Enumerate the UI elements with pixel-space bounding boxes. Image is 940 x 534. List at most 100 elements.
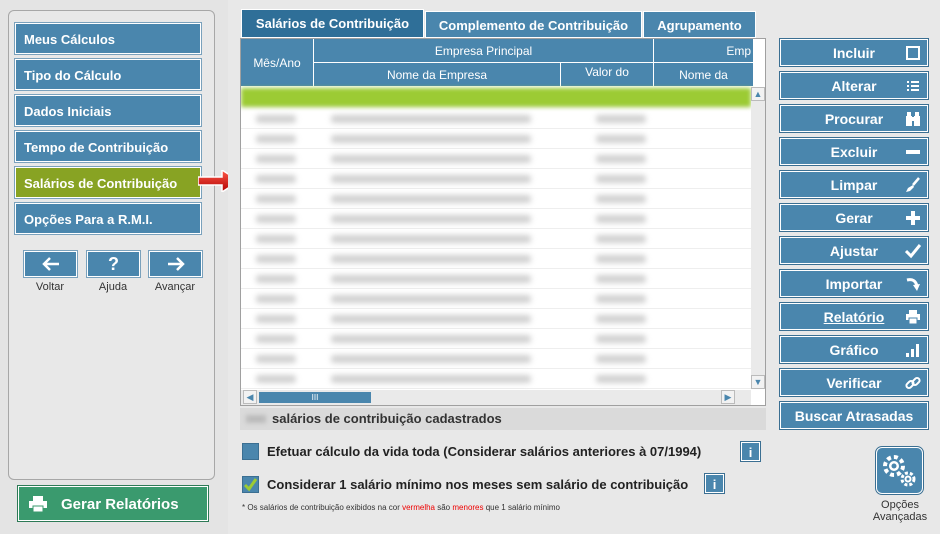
procurar-label: Procurar	[824, 111, 884, 127]
min-salary-info-button[interactable]: i	[704, 473, 725, 494]
sidebar-item-meus-calculos[interactable]: Meus Cálculos	[14, 22, 202, 55]
lifetime-calculation-label: Efetuar cálculo da vida toda (Considerar…	[267, 444, 702, 459]
sidebar-item-dados-iniciais[interactable]: Dados Iniciais	[14, 94, 202, 127]
list-icon	[907, 81, 919, 91]
scroll-up-icon[interactable]: ▲	[751, 87, 765, 101]
horizontal-scroll-thumb[interactable]: III	[259, 392, 371, 403]
advanced-label-line1: Opções	[881, 499, 919, 511]
forward-label: Avançar	[154, 281, 196, 293]
sidebar-item-opcoes-rmi[interactable]: Opções Para a R.M.I.	[14, 202, 202, 235]
horizontal-scrollbar[interactable]: ◀ III ▶	[241, 390, 751, 405]
binoculars-icon	[906, 112, 920, 126]
importar-button[interactable]: Importar	[779, 269, 929, 298]
table-row[interactable]	[241, 369, 751, 389]
relatorio-label: Relatório	[823, 309, 885, 325]
help-label: Ajuda	[98, 281, 128, 293]
minus-icon	[906, 150, 920, 154]
min-salary-checkbox[interactable]	[242, 476, 259, 493]
table-row[interactable]	[241, 229, 751, 249]
advanced-options-label: Opções Avançadas	[860, 499, 940, 523]
table-row[interactable]	[241, 129, 751, 149]
table-row[interactable]	[241, 249, 751, 269]
limpar-button[interactable]: Limpar	[779, 170, 929, 199]
table-row[interactable]	[241, 169, 751, 189]
arrow-left-icon	[41, 257, 59, 271]
alterar-button[interactable]: Alterar	[779, 71, 929, 100]
square-icon	[906, 46, 920, 60]
table-row[interactable]	[241, 109, 751, 129]
footnote-part3: que 1 salário mínimo	[485, 503, 560, 512]
footnote-red-word: vermelha	[402, 503, 435, 512]
column-header-company-name-2[interactable]: Nome da	[654, 63, 754, 87]
column-header-company-name[interactable]: Nome da Empresa	[314, 63, 561, 87]
footnote-part1: * Os salários de contribuição exibidos n…	[242, 503, 400, 512]
gerar-label: Gerar	[835, 210, 873, 226]
column-group-second-company: Emp	[654, 39, 754, 63]
bar-chart-icon	[906, 344, 919, 357]
incluir-label: Incluir	[832, 45, 875, 61]
arrow-right-icon	[167, 257, 185, 271]
limpar-label: Limpar	[830, 177, 878, 193]
verificar-label: Verificar	[826, 375, 882, 391]
curved-arrow-icon	[906, 278, 920, 291]
grafico-label: Gráfico	[829, 342, 879, 358]
plus-icon	[906, 211, 920, 225]
vertical-scrollbar[interactable]: ▲ ▼	[751, 87, 765, 389]
table-row[interactable]	[241, 329, 751, 349]
table-row[interactable]	[241, 309, 751, 329]
lifetime-calculation-checkbox[interactable]	[242, 443, 259, 460]
sidebar-item-tempo-contribuicao[interactable]: Tempo de Contribuição	[14, 130, 202, 163]
sidebar-item-tipo-calculo[interactable]: Tipo do Cálculo	[14, 58, 202, 91]
footnote: * Os salários de contribuição exibidos n…	[242, 503, 560, 512]
record-count-label: salários de contribuição cadastrados	[272, 411, 502, 426]
advanced-label-line2: Avançadas	[872, 511, 928, 523]
column-header-month[interactable]: Mês/Ano	[241, 39, 314, 87]
advanced-options-button[interactable]	[875, 446, 924, 495]
record-count-value	[246, 415, 266, 423]
buscar-atrasadas-button[interactable]: Buscar Atrasadas	[779, 401, 929, 430]
table-row[interactable]	[241, 189, 751, 209]
column-header-value[interactable]: Valor do	[561, 63, 654, 87]
tab-agrupamento[interactable]: Agrupamento	[643, 11, 756, 38]
record-count-bar: salários de contribuição cadastrados	[240, 408, 766, 430]
min-salary-label: Considerar 1 salário mínimo nos meses se…	[267, 477, 689, 492]
table-row[interactable]	[241, 269, 751, 289]
forward-button[interactable]	[148, 250, 203, 278]
footnote-lower-word: menores	[452, 503, 484, 512]
grafico-button[interactable]: Gráfico	[779, 335, 929, 364]
table-row[interactable]	[241, 289, 751, 309]
alterar-label: Alterar	[831, 78, 877, 94]
back-label: Voltar	[35, 281, 65, 293]
check-icon	[905, 244, 921, 259]
ajustar-button[interactable]: Ajustar	[779, 236, 929, 265]
importar-label: Importar	[825, 276, 883, 292]
gerar-button[interactable]: Gerar	[779, 203, 929, 232]
scroll-down-icon[interactable]: ▼	[751, 375, 765, 389]
info-icon: i	[712, 477, 717, 492]
salary-grid[interactable]: Mês/Ano Empresa Principal Emp Nome da Em…	[240, 38, 766, 406]
help-button[interactable]: ?	[86, 250, 141, 278]
back-button[interactable]	[23, 250, 78, 278]
footnote-part2: são	[437, 503, 451, 512]
incluir-button[interactable]: Incluir	[779, 38, 929, 67]
table-row[interactable]	[241, 209, 751, 229]
scroll-left-icon[interactable]: ◀	[243, 390, 257, 404]
info-icon: i	[748, 445, 753, 460]
procurar-button[interactable]: Procurar	[779, 104, 929, 133]
table-row[interactable]	[241, 149, 751, 169]
table-row[interactable]	[241, 88, 751, 108]
tab-salarios-contribuicao[interactable]: Salários de Contribuição	[241, 9, 424, 38]
link-icon	[905, 376, 921, 390]
tab-complemento-contribuicao[interactable]: Complemento de Contribuição	[425, 11, 642, 38]
relatorio-button[interactable]: Relatório	[779, 302, 929, 331]
verificar-button[interactable]: Verificar	[779, 368, 929, 397]
excluir-button[interactable]: Excluir	[779, 137, 929, 166]
sidebar-item-salarios-contribuicao[interactable]: Salários de Contribuição	[14, 166, 202, 199]
lifetime-info-button[interactable]: i	[740, 441, 761, 462]
brush-icon	[906, 177, 920, 192]
scroll-right-icon[interactable]: ▶	[721, 390, 735, 404]
generate-reports-button[interactable]: Gerar Relatórios	[17, 485, 209, 522]
ajustar-label: Ajustar	[829, 243, 879, 259]
table-row[interactable]	[241, 349, 751, 369]
gears-icon	[883, 455, 916, 487]
